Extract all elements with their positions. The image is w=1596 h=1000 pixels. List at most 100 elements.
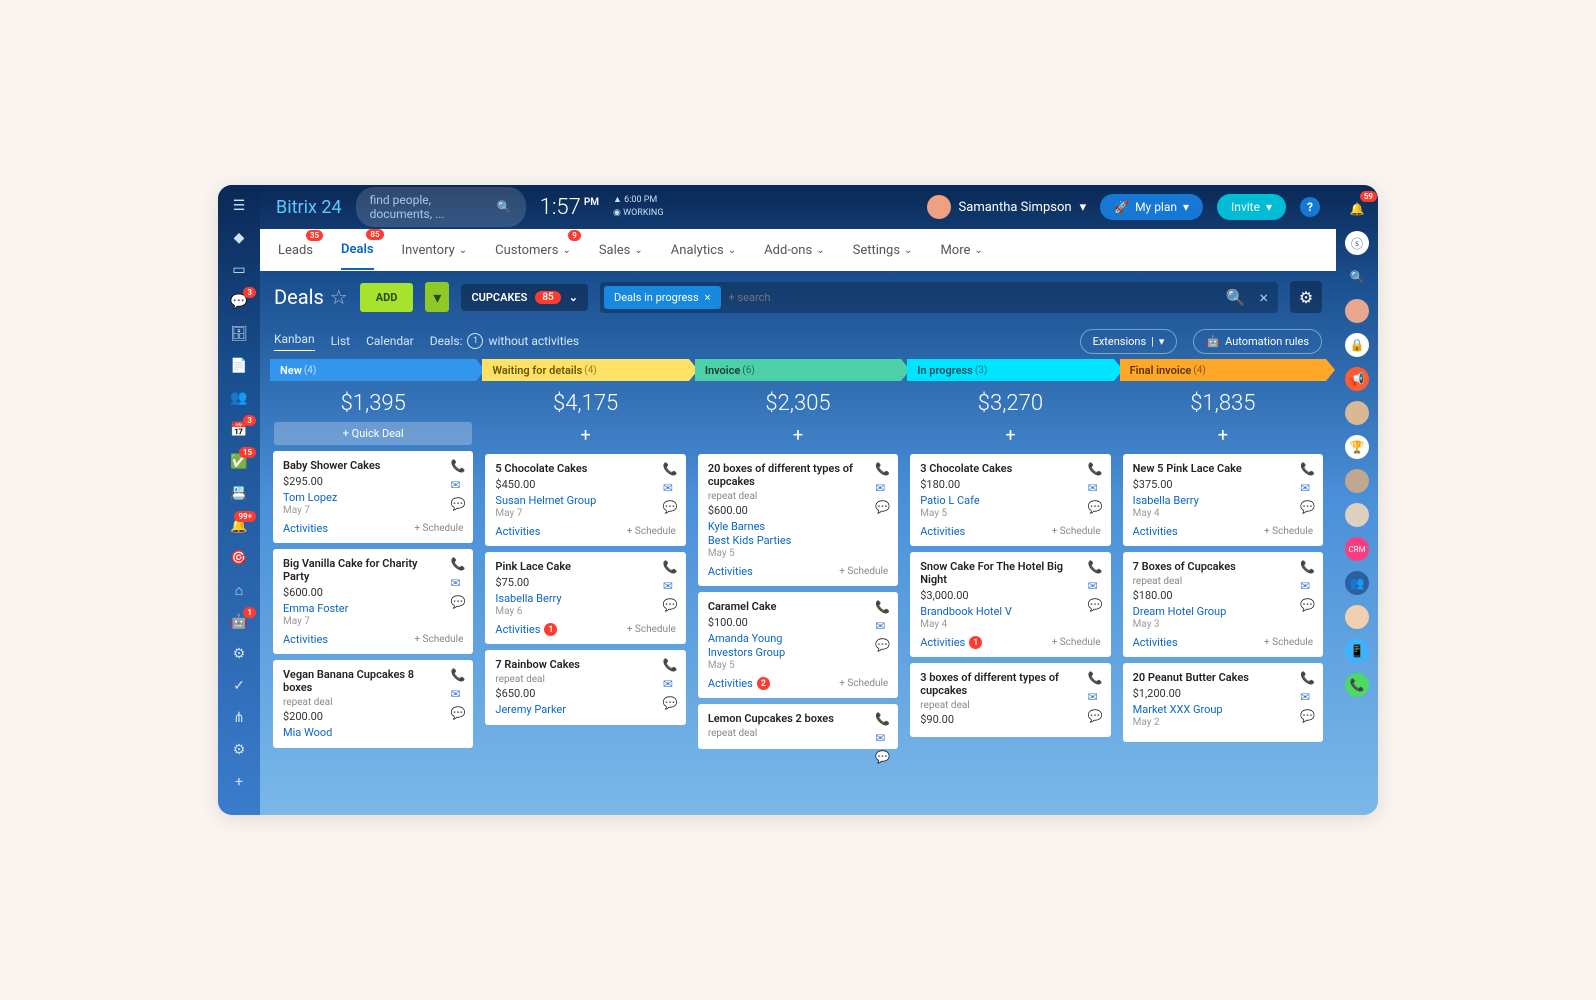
mail-icon[interactable]: ✉ — [450, 478, 465, 492]
activities-link[interactable]: Activities 1 — [495, 623, 557, 636]
announce-icon[interactable]: 📢 — [1345, 367, 1369, 391]
phone-icon[interactable]: 📞 — [450, 668, 465, 682]
groups-icon[interactable]: 👥 — [230, 389, 248, 407]
tasks-icon[interactable]: ✅15 — [230, 453, 248, 471]
schedule-link[interactable]: + Schedule — [1264, 526, 1313, 537]
contact-link[interactable]: Emma Foster — [283, 602, 463, 615]
deal-card[interactable]: 📞✉💬 Snow Cake For The Hotel Big Night $3… — [910, 552, 1110, 657]
check-circle-icon[interactable]: ✓ — [230, 677, 248, 695]
phone-icon[interactable]: 📱 — [1345, 639, 1369, 663]
contact-avatar[interactable] — [1345, 401, 1369, 425]
nav-customers[interactable]: Customers⌄9 — [495, 243, 571, 258]
nav-sales[interactable]: Sales⌄ — [599, 243, 643, 258]
chat-icon[interactable]: 💬 — [1088, 598, 1103, 612]
chat-icon[interactable]: 💬 — [663, 598, 678, 612]
tree-icon[interactable]: ⋔ — [230, 709, 248, 727]
category-selector[interactable]: CUPCAKES85⌄ — [461, 284, 588, 311]
phone-icon[interactable]: 📞 — [1088, 560, 1103, 574]
mail-icon[interactable]: ✉ — [1300, 481, 1315, 495]
deal-card[interactable]: 📞✉💬 7 Rainbow Cakes repeat deal $650.00 … — [485, 650, 685, 725]
deal-card[interactable]: 📞✉💬 Lemon Cupcakes 2 boxes repeat deal — [698, 704, 898, 749]
mail-icon[interactable]: ✉ — [450, 576, 465, 590]
phone-icon[interactable]: 📞 — [875, 600, 890, 614]
chat-icon[interactable]: 💬 — [1300, 500, 1315, 514]
activities-link[interactable]: Activities — [708, 565, 753, 578]
deal-card[interactable]: 📞✉💬 Pink Lace Cake $75.00 Isabella Berry… — [485, 552, 685, 644]
column-header[interactable]: Invoice(6) — [695, 359, 901, 381]
chat-icon[interactable]: 💬 — [1088, 709, 1103, 723]
chat-icon[interactable]: 💬 — [450, 706, 465, 720]
star-icon[interactable]: ☆ — [330, 285, 348, 309]
contact-link[interactable]: Investors Group — [708, 646, 888, 659]
automation-rules-button[interactable]: 🤖Automation rules — [1193, 329, 1322, 354]
activities-link[interactable]: Activities — [283, 633, 328, 646]
nav-settings[interactable]: Settings⌄ — [853, 243, 913, 258]
add-card-button[interactable]: + — [907, 422, 1113, 454]
phone-icon[interactable]: 📞 — [1088, 671, 1103, 685]
chat-icon[interactable]: 💬 — [450, 595, 465, 609]
close-icon[interactable]: × — [705, 291, 711, 304]
search-icon[interactable]: 🔍 — [1226, 288, 1246, 307]
contact-link[interactable]: Isabella Berry — [495, 592, 675, 605]
bell-icon[interactable]: 🔔59 — [1345, 197, 1369, 221]
nav-add-ons[interactable]: Add-ons⌄ — [764, 243, 824, 258]
schedule-link[interactable]: + Schedule — [1264, 637, 1313, 648]
activities-link[interactable]: Activities — [495, 525, 540, 538]
mail-icon[interactable]: ✉ — [875, 481, 890, 495]
my-plan-button[interactable]: 🚀My plan▾ — [1100, 194, 1203, 220]
nav-deals[interactable]: Deals85 — [341, 242, 374, 270]
deal-card[interactable]: 📞✉💬 Big Vanilla Cake for Charity Party $… — [273, 549, 473, 654]
phone-icon[interactable]: 📞 — [1088, 462, 1103, 476]
deal-card[interactable]: 📞✉💬 3 boxes of different types of cupcak… — [910, 663, 1110, 737]
extensions-button[interactable]: Extensions|▾ — [1080, 329, 1178, 354]
activities-link[interactable]: Activities — [283, 522, 328, 535]
contact-link[interactable]: Patio L Cafe — [920, 494, 1100, 507]
group-icon[interactable]: 👥 — [1345, 571, 1369, 595]
schedule-link[interactable]: + Schedule — [839, 678, 888, 689]
plus-icon[interactable]: + — [230, 773, 248, 791]
contact-link[interactable]: Dream Hotel Group — [1133, 605, 1313, 618]
call-icon[interactable]: 📞 — [1345, 673, 1369, 697]
contact-link[interactable]: Jeremy Parker — [495, 703, 675, 716]
column-header[interactable]: Waiting for details(4) — [482, 359, 688, 381]
phone-icon[interactable]: 📞 — [1300, 560, 1315, 574]
schedule-link[interactable]: + Schedule — [1052, 526, 1101, 537]
chat-icon[interactable]: 💬 — [450, 497, 465, 511]
activities-link[interactable]: Activities — [1133, 636, 1178, 649]
nav-analytics[interactable]: Analytics⌄ — [671, 243, 736, 258]
user-menu[interactable]: Samantha Simpson▾ — [927, 195, 1087, 219]
chat-icon[interactable]: 💬 — [663, 500, 678, 514]
lock-icon[interactable]: 🔒 — [1345, 333, 1369, 357]
help-icon[interactable]: ? — [1300, 197, 1320, 217]
activities-link[interactable]: Activities — [920, 525, 965, 538]
phone-icon[interactable]: 📞 — [663, 560, 678, 574]
drive-icon[interactable]: 🗄 — [230, 325, 248, 343]
contact-link[interactable]: Tom Lopez — [283, 491, 463, 504]
signal-icon[interactable]: ⓢ — [1345, 231, 1369, 255]
settings-button[interactable]: ⚙ — [1290, 281, 1322, 313]
contact-avatar[interactable] — [1345, 503, 1369, 527]
add-dropdown[interactable]: ▾ — [425, 282, 449, 312]
contact-avatar[interactable] — [1345, 299, 1369, 323]
phone-icon[interactable]: 📞 — [663, 658, 678, 672]
chat-icon[interactable]: 💬 — [1300, 598, 1315, 612]
column-header[interactable]: Final invoice(4) — [1120, 359, 1326, 381]
tab-kanban[interactable]: Kanban — [274, 332, 315, 351]
messages-icon[interactable]: 💬3 — [230, 293, 248, 311]
mail-icon[interactable]: ✉ — [1088, 481, 1103, 495]
mail-icon[interactable]: ✉ — [1300, 690, 1315, 704]
contact-avatar[interactable] — [1345, 605, 1369, 629]
schedule-link[interactable]: + Schedule — [414, 523, 463, 534]
nav-leads[interactable]: Leads35 — [278, 243, 313, 258]
filter-search-input[interactable] — [729, 291, 1218, 304]
deal-card[interactable]: 📞✉💬 20 boxes of different types of cupca… — [698, 454, 898, 586]
phone-icon[interactable]: 📞 — [450, 557, 465, 571]
robot-icon[interactable]: 🤖1 — [230, 613, 248, 631]
mail-icon[interactable]: ✉ — [663, 579, 678, 593]
mail-icon[interactable]: ✉ — [1088, 579, 1103, 593]
schedule-link[interactable]: + Schedule — [414, 634, 463, 645]
add-card-button[interactable]: + — [482, 422, 688, 454]
search-panel-icon[interactable]: 🔍 — [1345, 265, 1369, 289]
phone-icon[interactable]: 📞 — [875, 462, 890, 476]
chat-icon[interactable]: 💬 — [663, 696, 678, 710]
